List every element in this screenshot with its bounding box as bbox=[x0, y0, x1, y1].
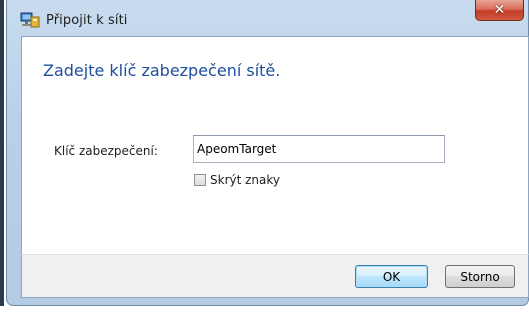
close-button[interactable]: ✕ bbox=[475, 0, 524, 21]
dialog-window: Připojit k síti ✕ Zadejte klíč zabezpeče… bbox=[6, 0, 529, 306]
dialog-body: Zadejte klíč zabezpečení sítě. Klíč zabe… bbox=[21, 36, 529, 254]
security-key-label: Klíč zabezpečení: bbox=[54, 144, 158, 158]
security-key-input[interactable] bbox=[193, 135, 445, 163]
window-title: Připojit k síti bbox=[46, 12, 128, 28]
window-shadow-edge bbox=[0, 0, 4, 306]
dialog-footer: OK Storno bbox=[21, 254, 529, 298]
ok-button[interactable]: OK bbox=[355, 265, 428, 288]
title-bar[interactable]: Připojit k síti bbox=[20, 8, 470, 32]
dialog-heading: Zadejte klíč zabezpečení sítě. bbox=[43, 61, 281, 80]
close-icon: ✕ bbox=[493, 2, 506, 18]
hide-characters-checkbox[interactable] bbox=[194, 174, 206, 186]
cancel-button[interactable]: Storno bbox=[445, 265, 515, 288]
hide-characters-label[interactable]: Skrýt znaky bbox=[210, 173, 280, 187]
hide-characters-option[interactable]: Skrýt znaky bbox=[194, 173, 280, 187]
network-connect-icon bbox=[20, 11, 40, 29]
